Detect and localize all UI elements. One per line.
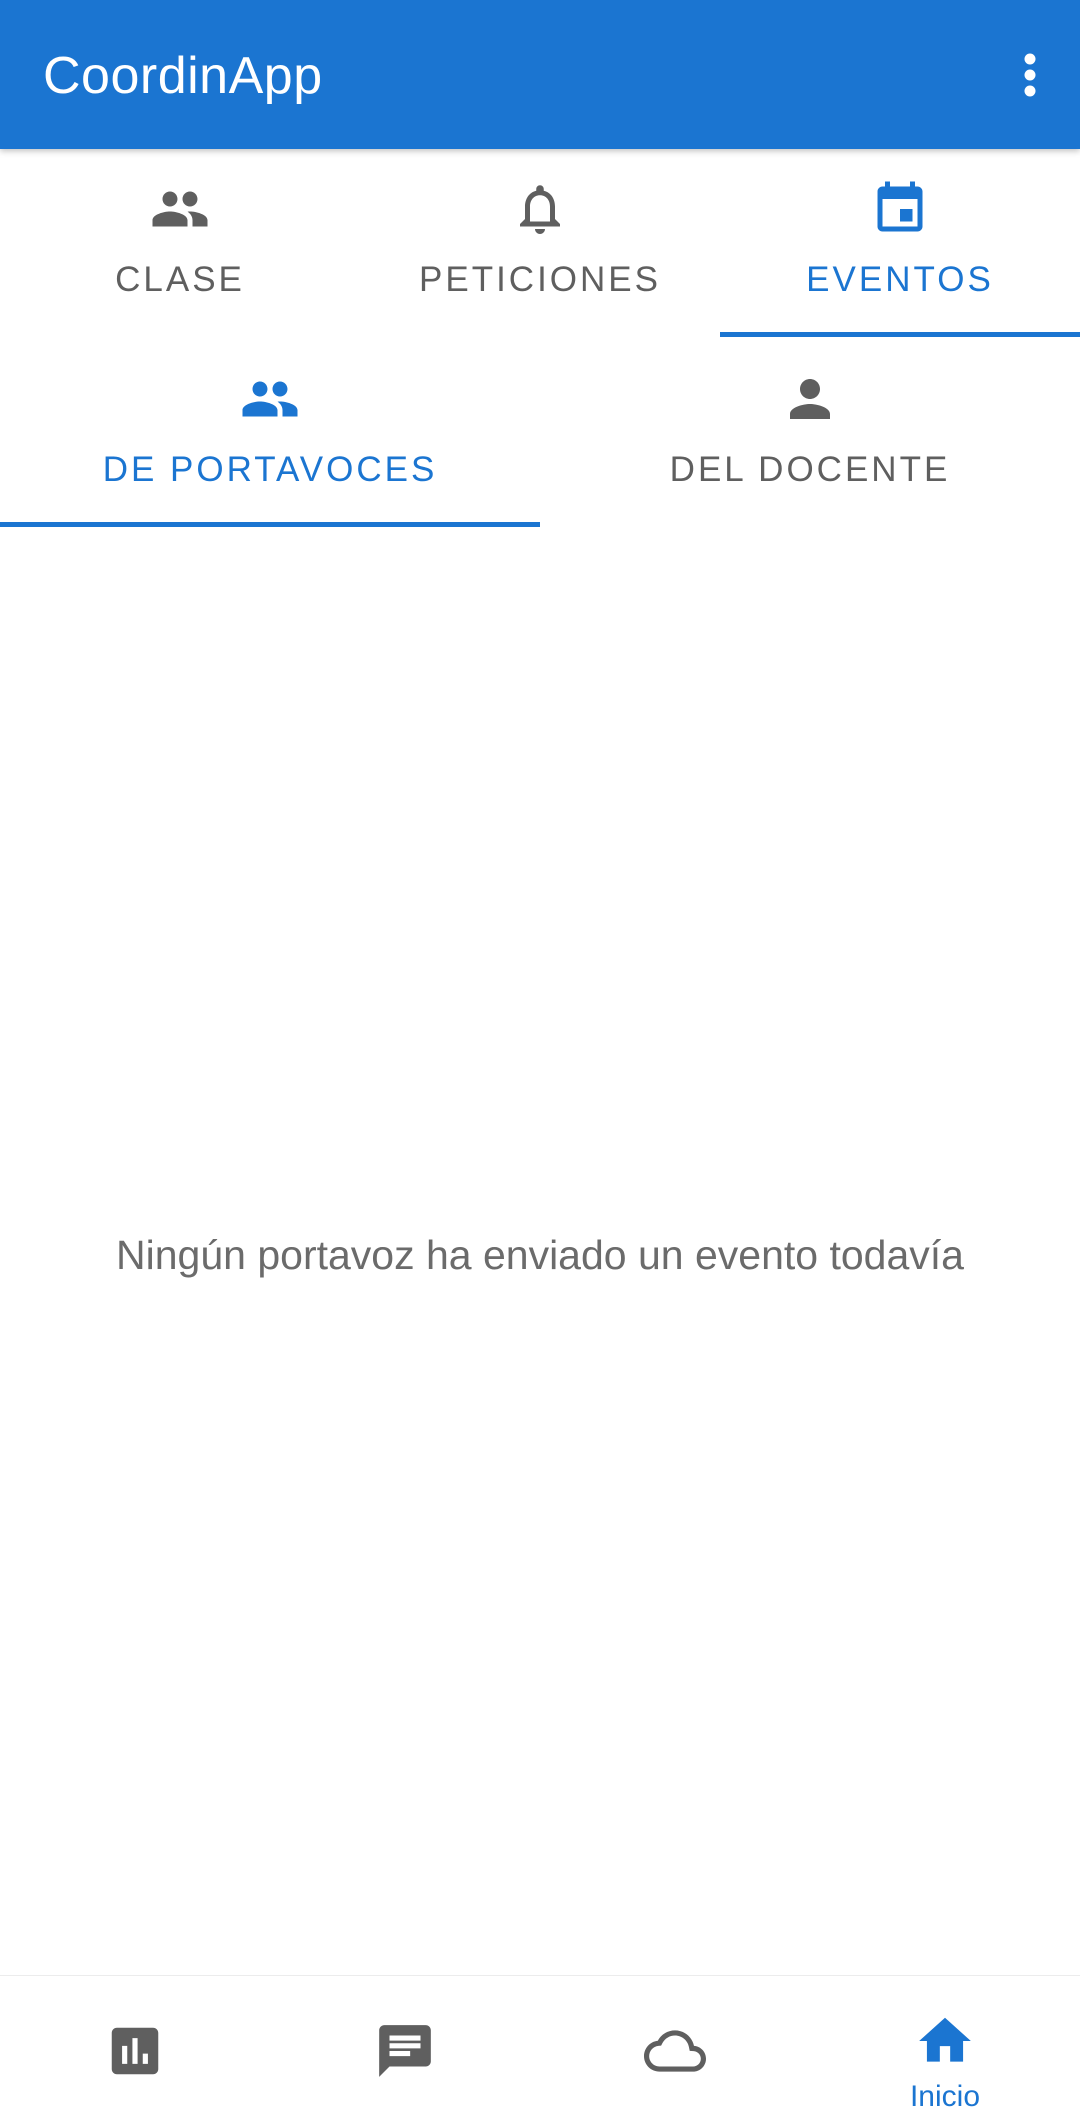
empty-state-message: Ningún portavoz ha enviado un evento tod… [116, 1232, 964, 1278]
nav-label-inicio: Inicio [909, 2080, 981, 2113]
nav-item-stats[interactable] [0, 1976, 270, 2126]
group-icon [242, 381, 298, 417]
person-icon [790, 379, 830, 419]
tab-label: DE PORTAVOCES [102, 450, 438, 489]
bell-icon [520, 185, 560, 234]
nav-item-cloud[interactable] [540, 1976, 810, 2126]
nav-item-chat[interactable] [270, 1976, 540, 2126]
more-vert-icon[interactable] [1000, 40, 1060, 110]
tab-label: CLASE [115, 260, 245, 299]
tab-clase[interactable]: CLASE [0, 149, 360, 337]
bottom-navigation: Inicio [0, 1975, 1080, 2126]
sub-tab-bar: DE PORTAVOCES DEL DOCENTE [0, 337, 1080, 527]
cloud-icon [644, 2030, 706, 2072]
app-bar: CoordinApp [0, 0, 1080, 149]
app-title: CoordinApp [43, 47, 323, 105]
tab-label: PETICIONES [419, 260, 661, 299]
nav-item-inicio[interactable]: Inicio [810, 1976, 1080, 2126]
tab-indicator [0, 522, 540, 527]
main-tab-bar: CLASE PETICIONES EVENTOS [0, 149, 1080, 337]
tab-label: EVENTOS [806, 260, 994, 299]
group-icon [152, 191, 208, 227]
tab-del-docente[interactable]: DEL DOCENTE [540, 337, 1080, 527]
tab-eventos[interactable]: EVENTOS [720, 149, 1080, 337]
chat-icon [379, 2025, 431, 2077]
bar-chart-icon [111, 2027, 159, 2075]
home-icon [919, 2017, 971, 2062]
tab-de-portavoces[interactable]: DE PORTAVOCES [0, 337, 540, 527]
tab-peticiones[interactable]: PETICIONES [360, 149, 720, 337]
tab-label: DEL DOCENTE [669, 450, 951, 489]
calendar-icon [877, 181, 923, 232]
